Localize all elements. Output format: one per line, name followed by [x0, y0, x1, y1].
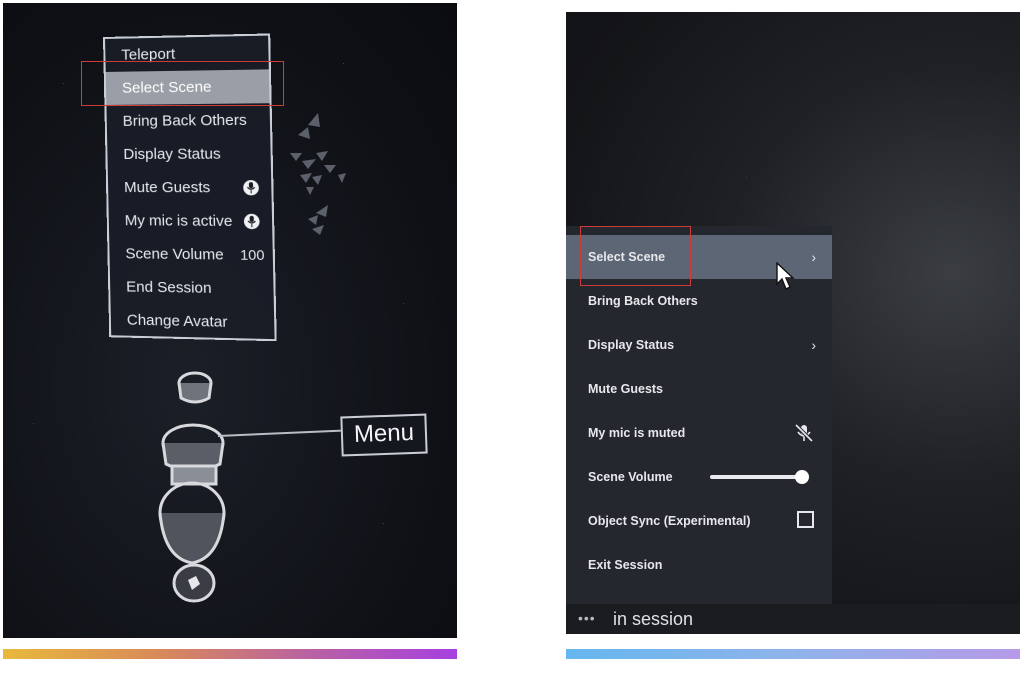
vr-menu-item-label: My mic is active [125, 212, 233, 230]
more-dots-icon[interactable]: ••• [578, 610, 596, 626]
scene-volume-value: 100 [240, 238, 265, 272]
mouse-cursor-icon [776, 262, 796, 292]
chevron-right-icon: › [811, 235, 816, 279]
web-menu-item-exit-session[interactable]: Exit Session [566, 543, 832, 587]
vr-menu-item-label: End Session [126, 278, 212, 297]
session-status-text: in session [613, 609, 693, 630]
chevron-right-icon: › [811, 323, 816, 367]
web-menu-item-label: Bring Back Others [588, 294, 698, 308]
particle-triangles-icon [288, 113, 358, 238]
vr-menu-item-label: Display Status [123, 145, 221, 163]
vr-menu-item-label: Change Avatar [127, 312, 228, 331]
mic-icon [244, 214, 260, 229]
highlight-annotation-left [81, 61, 284, 106]
web-menu-item-my-mic[interactable]: My mic is muted [566, 411, 832, 455]
web-menu-item-label: Mute Guests [588, 382, 663, 396]
scene-volume-slider[interactable] [710, 475, 802, 479]
web-menu-item-label: Object Sync (Experimental) [588, 514, 751, 528]
mic-off-icon[interactable] [794, 423, 814, 443]
web-menu-item-label: Scene Volume [588, 470, 673, 484]
vr-menu-item-change-avatar[interactable]: Change Avatar [111, 303, 275, 340]
gradient-bar-left [3, 649, 457, 659]
gradient-bar-right [566, 649, 1020, 659]
vr-menu-item-label: Bring Back Others [123, 112, 247, 130]
vr-menu-item-mute-guests[interactable]: Mute Guests [108, 171, 272, 205]
vr-controller [148, 368, 238, 608]
web-menu-item-label: Display Status [588, 338, 674, 352]
web-menu-item-display-status[interactable]: Display Status › [566, 323, 832, 367]
vr-menu-item-bring-back-others[interactable]: Bring Back Others [106, 103, 270, 138]
vr-menu-item-end-session[interactable]: End Session [110, 270, 274, 306]
mic-icon [243, 180, 259, 195]
slider-knob[interactable] [795, 470, 809, 484]
vr-menu-item-scene-volume[interactable]: Scene Volume 100 [109, 237, 273, 272]
vr-menu-item-label: Scene Volume [125, 245, 224, 263]
web-menu-item-label: My mic is muted [588, 426, 685, 440]
vr-menu-item-display-status[interactable]: Display Status [107, 137, 271, 171]
vr-menu-item-label: Mute Guests [124, 179, 211, 196]
web-menu-item-scene-volume[interactable]: Scene Volume [566, 455, 832, 499]
session-status-bar: ••• in session [566, 604, 1020, 634]
highlight-annotation-right [580, 226, 691, 286]
vr-menu-item-my-mic[interactable]: My mic is active [108, 204, 272, 239]
web-menu-item-object-sync[interactable]: Object Sync (Experimental) [566, 499, 832, 543]
web-scene-view: Select Scene › Bring Back Others Display… [566, 12, 1020, 634]
web-menu-item-label: Exit Session [588, 558, 662, 572]
object-sync-checkbox[interactable] [797, 511, 814, 528]
web-menu-item-mute-guests[interactable]: Mute Guests [566, 367, 832, 411]
menu-tag-label: Menu [340, 414, 427, 457]
